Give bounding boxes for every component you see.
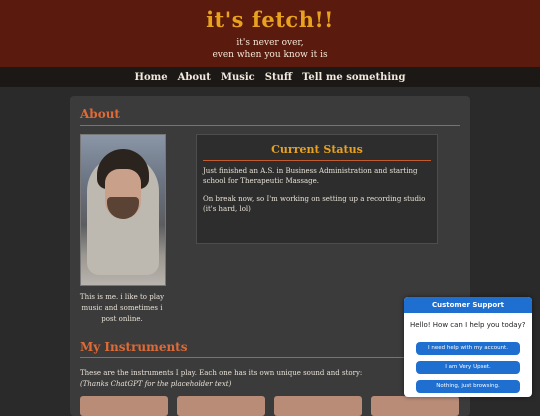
main-nav: Home About Music Stuff Tell me something: [0, 67, 540, 87]
chat-option-account-help[interactable]: I need help with my account.: [416, 342, 520, 355]
status-paragraph-1: Just finished an A.S. in Business Admini…: [203, 167, 418, 185]
instruments-divider: [80, 357, 460, 358]
customer-support-widget: Customer Support Hello! How can I help y…: [404, 297, 532, 397]
profile-photo: [80, 134, 166, 286]
instrument-card[interactable]: [80, 396, 168, 416]
status-divider: [203, 160, 431, 161]
tagline-line-1: it's never over,: [236, 38, 304, 48]
tagline-line-2: even when you know it is: [212, 50, 328, 60]
nav-home-link[interactable]: Home: [135, 72, 168, 83]
site-title: it's fetch!!: [206, 7, 334, 32]
instruments-intro-text: These are the instruments I play. Each o…: [80, 369, 363, 377]
chat-greeting: Hello! How can I help you today?: [410, 321, 526, 329]
about-heading: About: [80, 107, 120, 121]
nav-stuff-link[interactable]: Stuff: [265, 72, 292, 83]
chat-title: Customer Support: [404, 297, 532, 313]
nav-tell-me-something-link[interactable]: Tell me something: [302, 72, 405, 83]
status-paragraph-2: On break now, so I'm working on setting …: [203, 195, 426, 213]
about-divider: [80, 125, 460, 126]
chat-option-very-upset[interactable]: I am Very Upset.: [416, 361, 520, 374]
current-status-box: Current Status Just finished an A.S. in …: [196, 134, 438, 244]
instrument-card[interactable]: [371, 396, 459, 416]
site-header: it's fetch!! it's never over, even when …: [0, 0, 540, 67]
status-heading: Current Status: [271, 143, 363, 156]
instruments-heading: My Instruments: [80, 340, 188, 354]
nav-about-link[interactable]: About: [178, 72, 211, 83]
instrument-card[interactable]: [274, 396, 362, 416]
photo-caption: This is me. i like to play music and som…: [79, 293, 165, 323]
instrument-card[interactable]: [177, 396, 265, 416]
nav-music-link[interactable]: Music: [221, 72, 255, 83]
instruments-thanks: (Thanks ChatGPT for the placeholder text…: [80, 380, 232, 388]
instruments-intro: These are the instruments I play. Each o…: [80, 368, 380, 390]
chat-option-just-browsing[interactable]: Nothing, just browsing.: [416, 380, 520, 393]
